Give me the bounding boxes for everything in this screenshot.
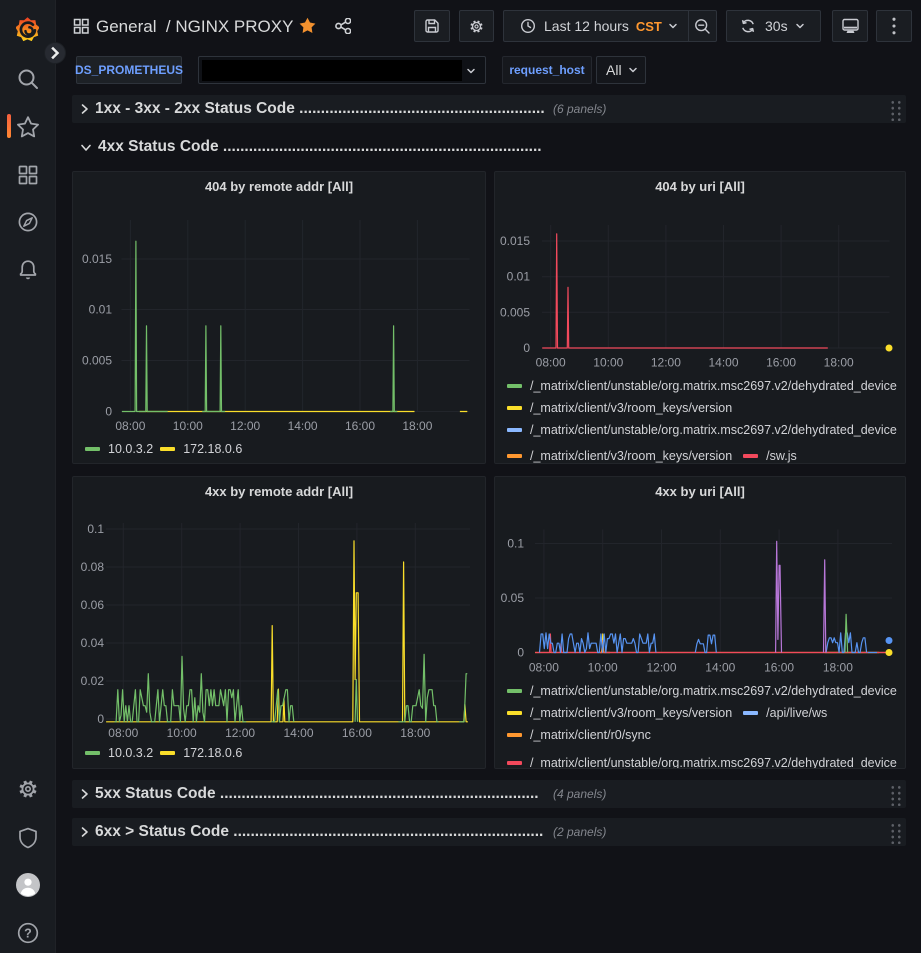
svg-text:0.005: 0.005 xyxy=(82,354,112,368)
svg-text:0.01: 0.01 xyxy=(89,303,113,317)
svg-text:08:00: 08:00 xyxy=(115,419,145,433)
svg-text:18:00: 18:00 xyxy=(400,726,430,740)
svg-text:08:00: 08:00 xyxy=(536,356,566,370)
svg-text:0.02: 0.02 xyxy=(81,674,105,688)
svg-text:0.06: 0.06 xyxy=(81,598,105,612)
svg-text:16:00: 16:00 xyxy=(764,661,794,675)
svg-text:18:00: 18:00 xyxy=(402,419,432,433)
svg-text:14:00: 14:00 xyxy=(708,356,738,370)
svg-text:08:00: 08:00 xyxy=(108,726,138,740)
svg-text:18:00: 18:00 xyxy=(823,661,853,675)
svg-text:0.005: 0.005 xyxy=(500,305,530,319)
svg-text:12:00: 12:00 xyxy=(230,419,260,433)
svg-text:08:00: 08:00 xyxy=(529,661,559,675)
svg-text:0.08: 0.08 xyxy=(81,560,105,574)
svg-text:10:00: 10:00 xyxy=(167,726,197,740)
svg-text:0: 0 xyxy=(517,646,524,660)
svg-text:16:00: 16:00 xyxy=(342,726,372,740)
svg-text:14:00: 14:00 xyxy=(288,419,318,433)
svg-text:16:00: 16:00 xyxy=(345,419,375,433)
svg-text:0: 0 xyxy=(523,341,530,355)
svg-text:12:00: 12:00 xyxy=(225,726,255,740)
svg-text:0.04: 0.04 xyxy=(81,636,105,650)
svg-text:14:00: 14:00 xyxy=(705,661,735,675)
svg-text:12:00: 12:00 xyxy=(646,661,676,675)
svg-text:0.1: 0.1 xyxy=(507,537,524,551)
svg-text:0.1: 0.1 xyxy=(87,522,104,536)
svg-text:0: 0 xyxy=(97,712,104,726)
svg-text:10:00: 10:00 xyxy=(173,419,203,433)
svg-text:0.05: 0.05 xyxy=(501,591,525,605)
svg-text:0.015: 0.015 xyxy=(82,252,112,266)
svg-text:10:00: 10:00 xyxy=(593,356,623,370)
svg-text:14:00: 14:00 xyxy=(283,726,313,740)
svg-text:18:00: 18:00 xyxy=(824,356,854,370)
svg-text:?: ? xyxy=(24,926,32,940)
svg-text:12:00: 12:00 xyxy=(651,356,681,370)
svg-text:0.015: 0.015 xyxy=(500,234,530,248)
svg-text:0: 0 xyxy=(105,405,112,419)
svg-text:0.01: 0.01 xyxy=(507,270,531,284)
svg-text:16:00: 16:00 xyxy=(766,356,796,370)
svg-text:10:00: 10:00 xyxy=(588,661,618,675)
